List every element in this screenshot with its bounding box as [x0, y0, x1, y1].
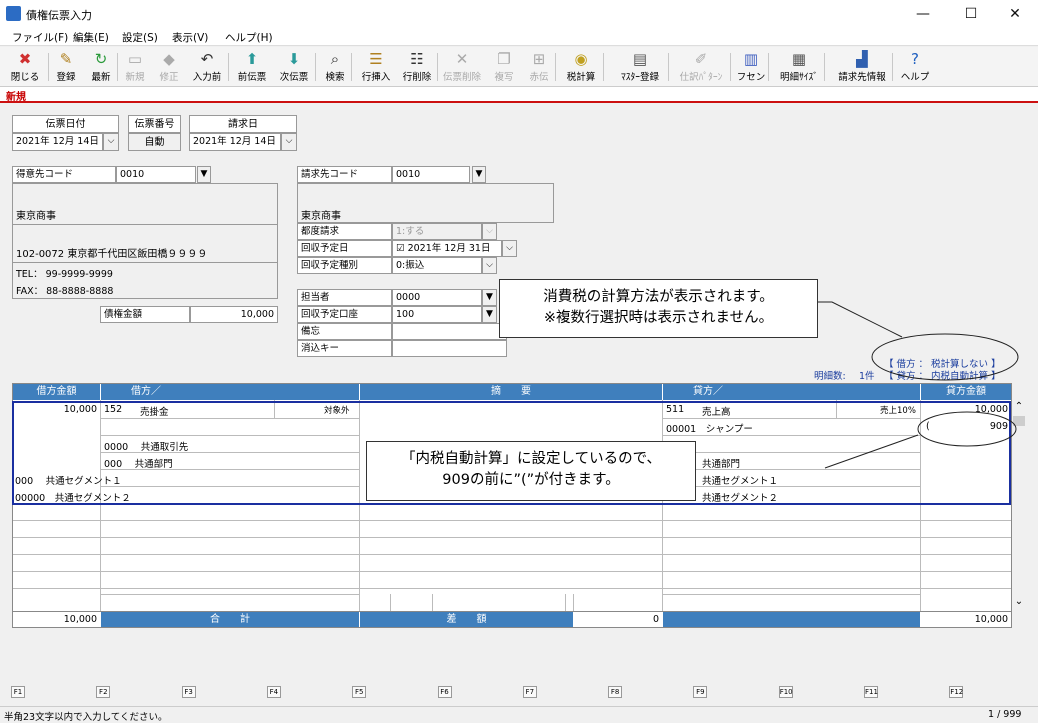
function-key-f2[interactable]: F2	[96, 686, 111, 698]
function-key-f3[interactable]: F3	[181, 686, 196, 698]
function-key-f10[interactable]: F10	[778, 686, 793, 698]
function-key-f5[interactable]: F5	[352, 686, 367, 698]
status-page: 1 / 999	[988, 709, 1022, 720]
callout-leaders	[818, 301, 1019, 469]
callout-tax-method: 消費税の計算方法が表示されます。 ※複数行選択時は表示されません。	[499, 279, 818, 338]
function-key-bar: F1 F2 F3 F4 F5 F6 F7 F8 F9 F10 F11 F12	[0, 684, 1038, 706]
callout-paren-note: 「内税自動計算」に設定しているので、 909の前に”(”が付きます。	[366, 441, 696, 501]
function-key-f4[interactable]: F4	[266, 686, 281, 698]
function-key-f12[interactable]: F12	[949, 686, 964, 698]
function-key-f11[interactable]: F11	[864, 686, 878, 698]
function-key-f9[interactable]: F9	[693, 686, 708, 698]
function-key-f1[interactable]: F1	[11, 686, 25, 698]
function-key-f8[interactable]: F8	[608, 686, 623, 698]
status-bar: 半角23文字以内で入力してください。 1 / 999	[0, 706, 1038, 723]
function-key-f7[interactable]: F7	[522, 686, 537, 698]
function-key-f6[interactable]: F6	[437, 686, 452, 698]
